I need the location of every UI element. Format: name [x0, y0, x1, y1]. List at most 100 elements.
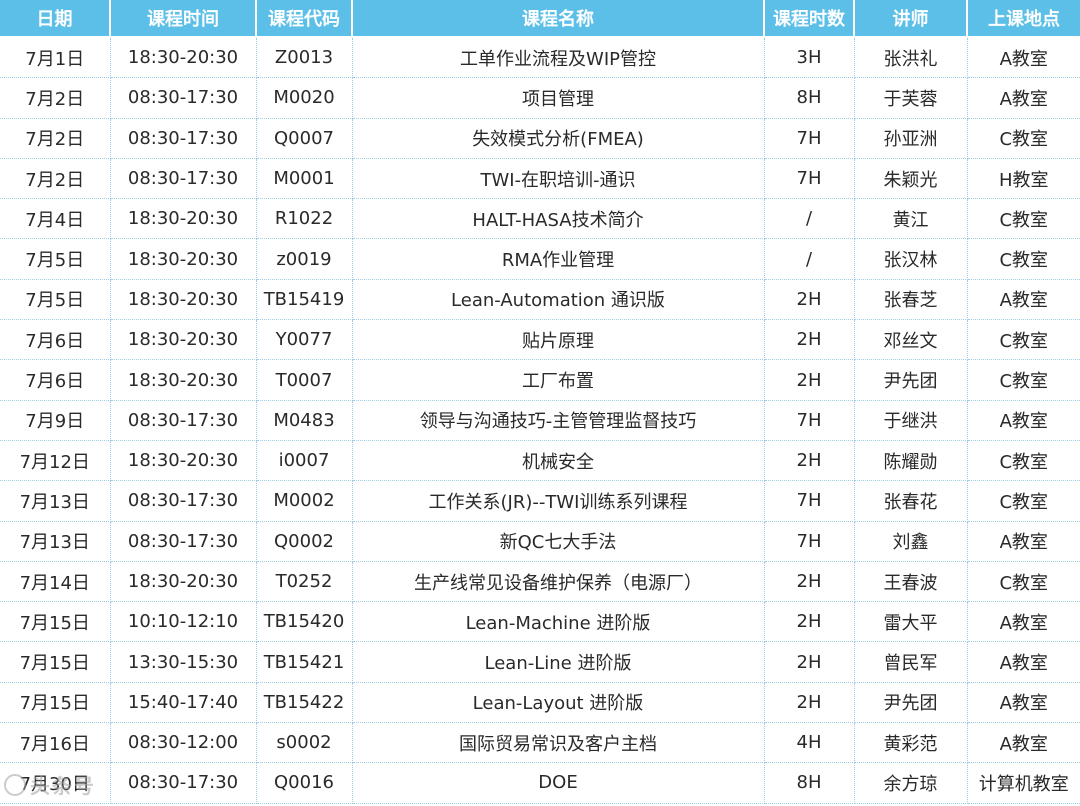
cell-time: 10:10-12:10 [109, 601, 257, 643]
cell-code: M0020 [255, 77, 353, 119]
cell-course-name: 机械安全 [351, 439, 765, 482]
cell-time: 18:30-20:30 [109, 238, 257, 280]
cell-code: M0483 [255, 399, 353, 441]
cell-course-name: Lean-Automation 通识版 [351, 278, 765, 321]
cell-code: Z0013 [255, 36, 353, 79]
table-row: 7月2日 08:30-17:30 M0020 项目管理 8H 于芙蓉 A教室 [0, 77, 1080, 119]
cell-instructor: 于芙蓉 [853, 77, 968, 119]
cell-instructor: 尹先团 [853, 359, 968, 401]
cell-instructor: 黄彩范 [853, 722, 968, 764]
cell-location: C教室 [966, 359, 1080, 401]
cell-date: 7月2日 [0, 77, 111, 119]
cell-time: 08:30-17:30 [109, 117, 257, 159]
cell-time: 18:30-20:30 [109, 439, 257, 482]
cell-date: 7月14日 [0, 560, 111, 603]
cell-course-name: 项目管理 [351, 77, 765, 119]
cell-hours: 2H [763, 278, 855, 321]
cell-hours: / [763, 238, 855, 280]
cell-date: 7月5日 [0, 238, 111, 280]
cell-location: A教室 [966, 399, 1080, 441]
cell-code: T0007 [255, 359, 353, 401]
cell-location: C教室 [966, 198, 1080, 240]
cell-course-name: Lean-Layout 进阶版 [351, 681, 765, 724]
cell-hours: 7H [763, 399, 855, 441]
cell-location: C教室 [966, 480, 1080, 522]
cell-location: 计算机教室 [966, 762, 1080, 804]
cell-course-name: 工作关系(JR)--TWI训练系列课程 [351, 480, 765, 522]
cell-time: 18:30-20:30 [109, 359, 257, 401]
table-row: 7月6日 18:30-20:30 T0007 工厂布置 2H 尹先团 C教室 [0, 359, 1080, 401]
cell-time: 08:30-12:00 [109, 722, 257, 764]
cell-date: 7月12日 [0, 439, 111, 482]
cell-course-name: Lean-Line 进阶版 [351, 641, 765, 683]
cell-code: TB15421 [255, 641, 353, 683]
cell-hours: 2H [763, 641, 855, 683]
table-row: 7月5日 18:30-20:30 z0019 RMA作业管理 / 张汉林 C教室 [0, 238, 1080, 280]
cell-location: C教室 [966, 117, 1080, 159]
cell-instructor: 雷大平 [853, 601, 968, 643]
cell-instructor: 邓丝文 [853, 319, 968, 361]
cell-date: 7月30日 [0, 762, 111, 804]
cell-code: i0007 [255, 439, 353, 482]
cell-location: A教室 [966, 520, 1080, 562]
cell-hours: 8H [763, 762, 855, 804]
cell-hours: 2H [763, 560, 855, 603]
cell-date: 7月4日 [0, 198, 111, 240]
cell-location: A教室 [966, 77, 1080, 119]
header-row: 日期 课程时间 课程代码 课程名称 课程时数 讲师 上课地点 [0, 0, 1080, 38]
header-instructor: 讲师 [854, 0, 968, 38]
cell-location: A教室 [966, 681, 1080, 724]
cell-date: 7月13日 [0, 520, 111, 562]
cell-time: 08:30-17:30 [109, 399, 257, 441]
cell-code: R1022 [255, 198, 353, 240]
cell-hours: 8H [763, 77, 855, 119]
cell-code: TB15422 [255, 681, 353, 724]
cell-course-name: 失效模式分析(FMEA) [351, 117, 765, 159]
cell-location: A教室 [966, 722, 1080, 764]
cell-date: 7月6日 [0, 319, 111, 361]
cell-hours: 4H [763, 722, 855, 764]
cell-course-name: HALT-HASA技术简介 [351, 198, 765, 240]
cell-date: 7月16日 [0, 722, 111, 764]
cell-instructor: 孙亚洲 [853, 117, 968, 159]
header-code: 课程代码 [256, 0, 353, 38]
cell-instructor: 朱颖光 [853, 157, 968, 200]
cell-course-name: DOE [351, 762, 765, 804]
cell-time: 08:30-17:30 [109, 762, 257, 804]
cell-hours: 3H [763, 36, 855, 79]
cell-date: 7月9日 [0, 399, 111, 441]
table-row: 7月15日 13:30-15:30 TB15421 Lean-Line 进阶版 2H 曾民… [0, 641, 1080, 683]
cell-location: A教室 [966, 641, 1080, 683]
cell-code: Q0016 [255, 762, 353, 804]
cell-course-name: 领导与沟通技巧-主管管理监督技巧 [351, 399, 765, 441]
cell-time: 18:30-20:30 [109, 560, 257, 603]
cell-time: 18:30-20:30 [109, 36, 257, 79]
cell-code: TB15419 [255, 278, 353, 321]
cell-course-name: Lean-Machine 进阶版 [351, 601, 765, 643]
cell-instructor: 陈耀勋 [853, 439, 968, 482]
cell-course-name: 生产线常见设备维护保养（电源厂） [351, 560, 765, 603]
cell-code: Q0002 [255, 520, 353, 562]
cell-hours: 7H [763, 480, 855, 522]
cell-hours: 7H [763, 117, 855, 159]
table-row: 7月15日 10:10-12:10 TB15420 Lean-Machine 进阶版 2… [0, 601, 1080, 643]
table-row: 7月9日 08:30-17:30 M0483 领导与沟通技巧-主管管理监督技巧 7H 于继… [0, 399, 1080, 441]
table-row: 7月4日 18:30-20:30 R1022 HALT-HASA技术简介 / 黄江 C教室 [0, 198, 1080, 240]
cell-instructor: 刘鑫 [853, 520, 968, 562]
cell-hours: 7H [763, 520, 855, 562]
cell-hours: 2H [763, 439, 855, 482]
cell-hours: 7H [763, 157, 855, 200]
table-row: 7月30日 08:30-17:30 Q0016 DOE 8H 余方琼 计算机教室 [0, 762, 1080, 804]
cell-date: 7月6日 [0, 359, 111, 401]
cell-course-name: 贴片原理 [351, 319, 765, 361]
cell-instructor: 黄江 [853, 198, 968, 240]
cell-date: 7月2日 [0, 157, 111, 200]
cell-location: C教室 [966, 238, 1080, 280]
cell-course-name: RMA作业管理 [351, 238, 765, 280]
cell-time: 13:30-15:30 [109, 641, 257, 683]
cell-code: M0002 [255, 480, 353, 522]
cell-time: 08:30-17:30 [109, 77, 257, 119]
course-schedule-table: 日期 课程时间 课程代码 课程名称 课程时数 讲师 上课地点 7月1日 18:30… [0, 0, 1080, 804]
table-row: 7月2日 08:30-17:30 M0001 TWI-在职培训-通识 7H 朱颖光 H教室 [0, 157, 1080, 200]
cell-location: C教室 [966, 439, 1080, 482]
